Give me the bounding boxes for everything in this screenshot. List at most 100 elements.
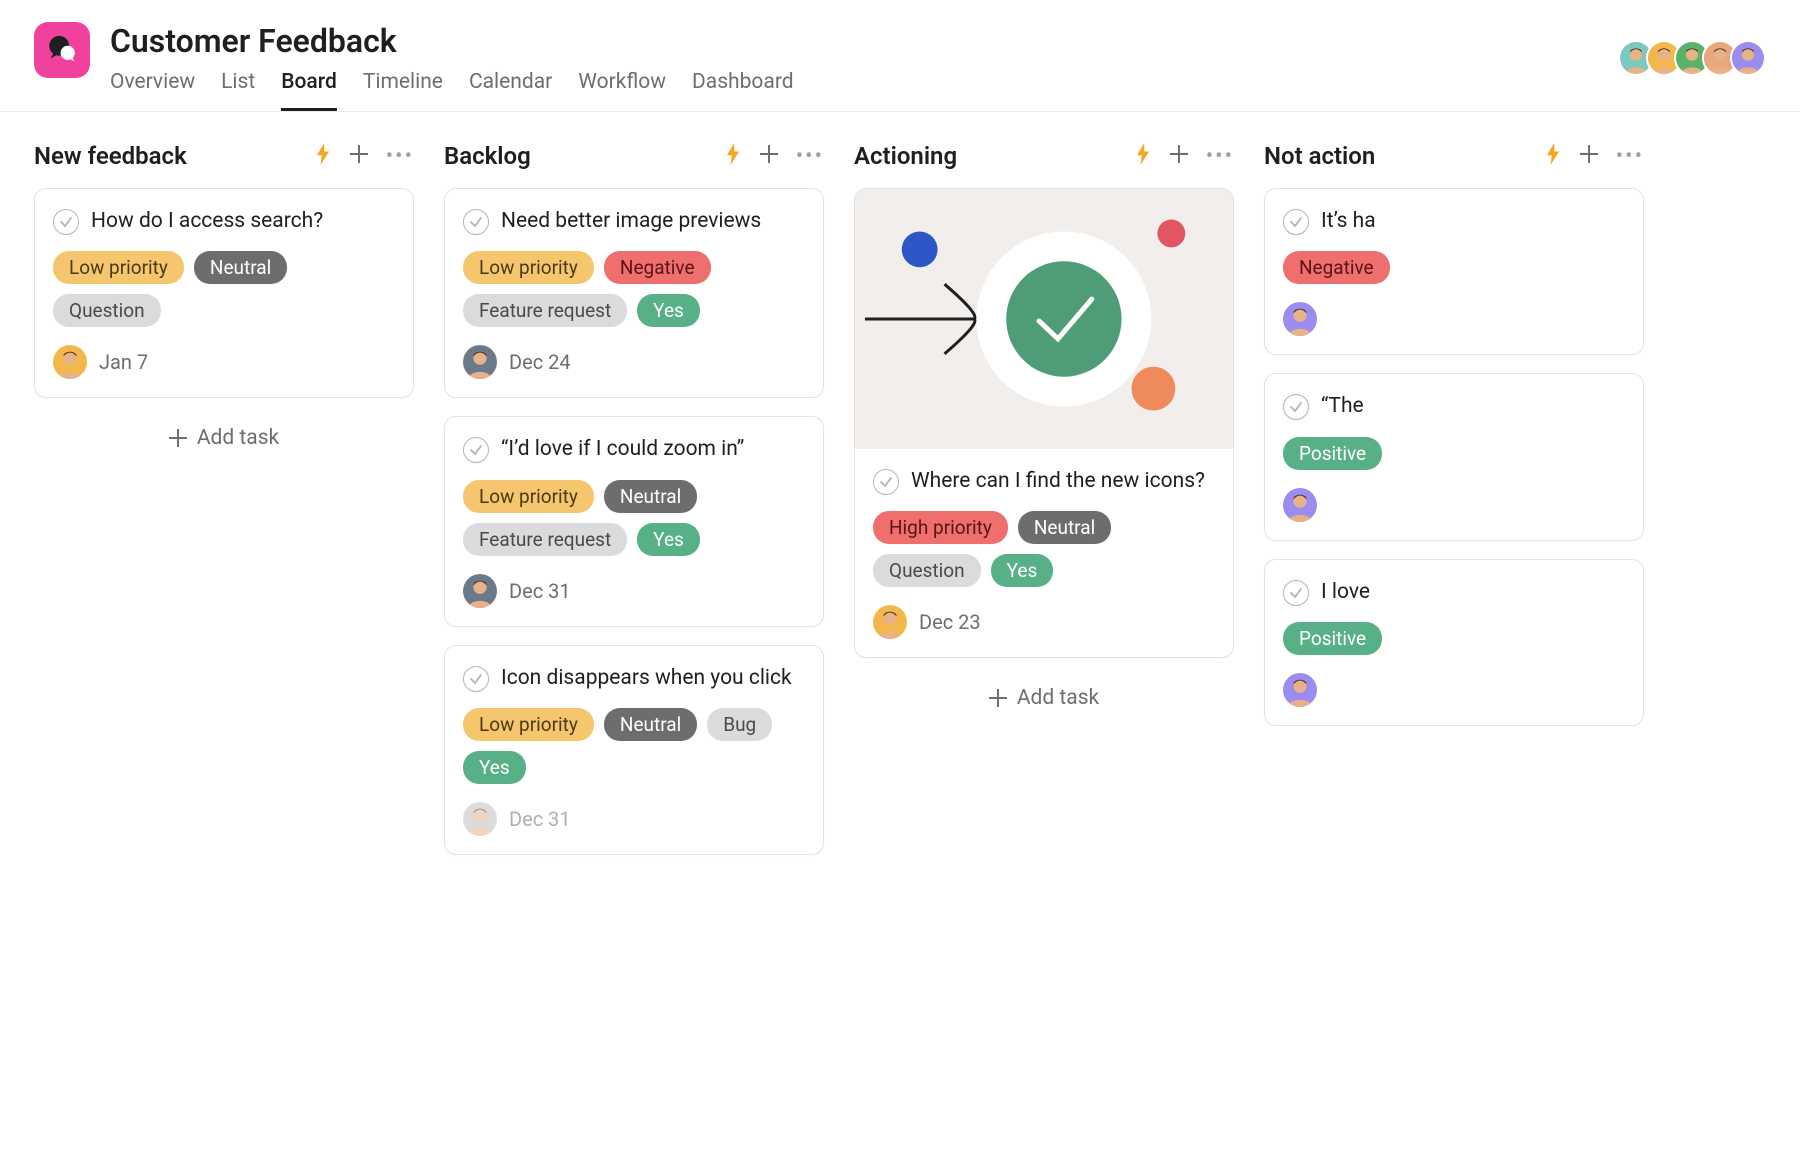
- assignee-avatar[interactable]: [1283, 302, 1317, 336]
- member-avatar[interactable]: [1730, 40, 1766, 76]
- complete-check-icon[interactable]: [873, 469, 899, 495]
- tag[interactable]: Negative: [604, 251, 711, 284]
- tag[interactable]: Low priority: [463, 480, 594, 513]
- tag[interactable]: Positive: [1283, 622, 1382, 655]
- column-more-icon[interactable]: •••: [796, 144, 824, 169]
- task-card[interactable]: How do I access search? Low priority Neutr…: [34, 188, 414, 398]
- header-left: Customer Feedback Overview List Board Timel…: [34, 22, 794, 111]
- card-title-row: It’s ha: [1283, 207, 1625, 235]
- assignee-avatar[interactable]: [873, 605, 907, 639]
- tag[interactable]: Positive: [1283, 437, 1382, 470]
- column-header: Actioning•••: [854, 142, 1234, 170]
- tag[interactable]: Feature request: [463, 294, 627, 327]
- card-title: Icon disappears when you click: [501, 664, 792, 692]
- board: New feedback••• How do I access search? Lo…: [0, 112, 1800, 903]
- tag[interactable]: Low priority: [463, 251, 594, 284]
- column-header: New feedback•••: [34, 142, 414, 170]
- task-card[interactable]: “I’d love if I could zoom in” Low priorit…: [444, 416, 824, 626]
- task-card[interactable]: It’s ha Negative: [1264, 188, 1644, 355]
- card-tags: Negative: [1283, 251, 1625, 284]
- add-card-button[interactable]: [760, 145, 778, 167]
- tab-list[interactable]: List: [221, 70, 255, 111]
- chat-bubbles-icon: [45, 33, 79, 67]
- task-card[interactable]: Need better image previewsLow priorityNe…: [444, 188, 824, 398]
- tag[interactable]: Low priority: [463, 708, 594, 741]
- project-header: Customer Feedback Overview List Board Timel…: [0, 0, 1800, 112]
- automation-bolt-icon[interactable]: [1134, 143, 1152, 169]
- card-title: Where can I find the new icons?: [911, 467, 1205, 495]
- task-card[interactable]: Icon disappears when you click Low priori…: [444, 645, 824, 855]
- tag[interactable]: Low priority: [53, 251, 184, 284]
- tag[interactable]: Negative: [1283, 251, 1390, 284]
- tag[interactable]: High priority: [873, 511, 1008, 544]
- column: New feedback••• How do I access search? Lo…: [34, 142, 414, 460]
- complete-check-icon[interactable]: [463, 666, 489, 692]
- add-card-button[interactable]: [1580, 145, 1598, 167]
- tag[interactable]: Question: [873, 554, 981, 587]
- project-icon[interactable]: [34, 22, 90, 78]
- column: Actioning••• Where can I find the new ico…: [854, 142, 1234, 720]
- tag[interactable]: Bug: [707, 708, 772, 741]
- project-members[interactable]: [1618, 22, 1766, 76]
- card-title-row: Icon disappears when you click: [463, 664, 805, 692]
- tag[interactable]: Feature request: [463, 523, 627, 556]
- complete-check-icon[interactable]: [463, 437, 489, 463]
- tab-workflow[interactable]: Workflow: [578, 70, 666, 111]
- column-more-icon[interactable]: •••: [1206, 144, 1234, 169]
- card-title-row: “The: [1283, 392, 1625, 420]
- card-title-row: “I’d love if I could zoom in”: [463, 435, 805, 463]
- tab-calendar[interactable]: Calendar: [469, 70, 552, 111]
- card-date: Jan 7: [99, 350, 148, 374]
- column-more-icon[interactable]: •••: [1616, 144, 1644, 169]
- project-title: Customer Feedback: [110, 22, 794, 60]
- tag[interactable]: Neutral: [604, 480, 697, 513]
- complete-check-icon[interactable]: [463, 209, 489, 235]
- tab-timeline[interactable]: Timeline: [363, 70, 443, 111]
- tag[interactable]: Neutral: [1018, 511, 1111, 544]
- title-and-tabs: Customer Feedback Overview List Board Timel…: [110, 22, 794, 111]
- tag[interactable]: Yes: [463, 751, 526, 784]
- automation-bolt-icon[interactable]: [314, 143, 332, 169]
- task-card[interactable]: I lovePositive: [1264, 559, 1644, 726]
- add-task-button[interactable]: Add task: [854, 676, 1234, 720]
- tag[interactable]: Yes: [991, 554, 1054, 587]
- column-title: Not action: [1264, 142, 1375, 170]
- tab-board[interactable]: Board: [281, 70, 337, 111]
- column-header: Not action •••: [1264, 142, 1644, 170]
- column-actions: •••: [724, 143, 824, 169]
- tab-dashboard[interactable]: Dashboard: [692, 70, 794, 111]
- assignee-avatar[interactable]: [1283, 488, 1317, 522]
- assignee-avatar[interactable]: [53, 345, 87, 379]
- card-tags: Positive: [1283, 622, 1625, 655]
- tag[interactable]: Neutral: [194, 251, 287, 284]
- add-card-button[interactable]: [350, 145, 368, 167]
- card-title: How do I access search?: [91, 207, 323, 235]
- complete-check-icon[interactable]: [1283, 394, 1309, 420]
- tag[interactable]: Question: [53, 294, 161, 327]
- complete-check-icon[interactable]: [1283, 580, 1309, 606]
- complete-check-icon[interactable]: [53, 209, 79, 235]
- column-more-icon[interactable]: •••: [386, 144, 414, 169]
- add-task-label: Add task: [197, 426, 279, 450]
- tab-overview[interactable]: Overview: [110, 70, 195, 111]
- assignee-avatar[interactable]: [463, 345, 497, 379]
- card-title-row: Where can I find the new icons?: [873, 467, 1215, 495]
- assignee-avatar[interactable]: [1283, 673, 1317, 707]
- add-card-button[interactable]: [1170, 145, 1188, 167]
- column-header: Backlog•••: [444, 142, 824, 170]
- tag[interactable]: Yes: [637, 523, 700, 556]
- tab-bar: Overview List Board Timeline Calendar Workflo…: [110, 70, 794, 111]
- tag[interactable]: Neutral: [604, 708, 697, 741]
- column-actions: •••: [314, 143, 414, 169]
- task-card[interactable]: “The Positive: [1264, 373, 1644, 540]
- complete-check-icon[interactable]: [1283, 209, 1309, 235]
- tag[interactable]: Yes: [637, 294, 700, 327]
- assignee-avatar[interactable]: [463, 802, 497, 836]
- card-footer: Dec 23: [873, 605, 1215, 639]
- add-task-button[interactable]: Add task: [34, 416, 414, 460]
- task-card[interactable]: Where can I find the new icons? High prio…: [854, 188, 1234, 658]
- automation-bolt-icon[interactable]: [1544, 143, 1562, 169]
- automation-bolt-icon[interactable]: [724, 143, 742, 169]
- assignee-avatar[interactable]: [463, 574, 497, 608]
- card-date: Dec 31: [509, 807, 571, 831]
